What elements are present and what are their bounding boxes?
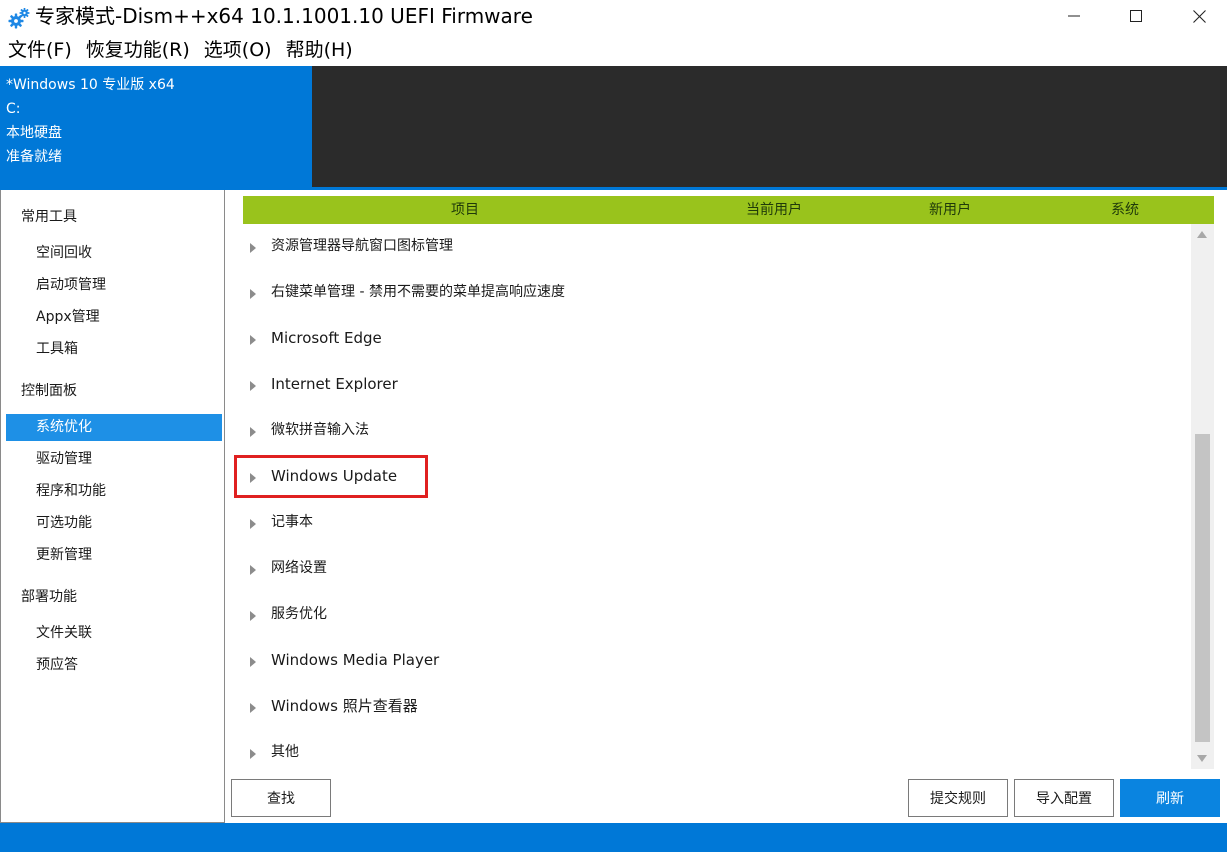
sidebar-item-updates[interactable]: 更新管理 [6, 542, 222, 569]
sidebar-group-control-panel: 控制面板 [21, 383, 77, 399]
session-area [312, 66, 1227, 187]
scroll-up-arrow-icon[interactable] [1197, 231, 1207, 238]
column-header-new-user[interactable]: 新用户 [929, 196, 971, 224]
column-header-item[interactable]: 项目 [451, 196, 479, 224]
tree-row-explorer-nav[interactable]: 资源管理器导航窗口图标管理 [243, 234, 1188, 264]
drive-letter: C: [6, 101, 21, 117]
status-text: 准备就绪 [6, 149, 62, 165]
column-header-current-user[interactable]: 当前用户 [746, 196, 802, 224]
expand-arrow-icon[interactable] [250, 703, 256, 713]
maximize-icon [1130, 10, 1142, 22]
scroll-down-arrow-icon[interactable] [1197, 755, 1207, 762]
menu-file[interactable]: 文件(F) [0, 36, 79, 64]
sidebar-item-system-optimize[interactable]: 系统优化 [6, 414, 222, 441]
expand-arrow-icon[interactable] [250, 657, 256, 667]
vertical-scrollbar[interactable] [1191, 224, 1214, 769]
image-info-panel[interactable]: *Windows 10 专业版 x64 C: 本地硬盘 准备就绪 [0, 66, 312, 187]
title-bar: 专家模式-Dism++x64 10.1.1001.10 UEFI Firmwar… [0, 0, 1227, 34]
sidebar-group-common-tools: 常用工具 [21, 209, 77, 225]
minimize-icon [1068, 15, 1080, 17]
expand-arrow-icon[interactable] [250, 335, 256, 345]
expand-arrow-icon[interactable] [250, 519, 256, 529]
menu-bar: 文件(F) 恢复功能(R) 选项(O) 帮助(H) [0, 36, 360, 64]
tree-row-label: 右键菜单管理 - 禁用不需要的菜单提高响应速度 [271, 284, 565, 300]
tree-row-network[interactable]: 网络设置 [243, 556, 1188, 586]
sidebar-item-startup[interactable]: 启动项管理 [6, 272, 222, 299]
sidebar-item-toolbox[interactable]: 工具箱 [6, 336, 222, 363]
tree-row-edge[interactable]: Microsoft Edge [243, 326, 1188, 356]
expand-arrow-icon[interactable] [250, 289, 256, 299]
sidebar-item-space-reclaim[interactable]: 空间回收 [6, 240, 222, 267]
sidebar-item-answer-file[interactable]: 预应答 [6, 652, 222, 679]
tree-row-label: 微软拼音输入法 [271, 422, 369, 438]
tree-row-label: Internet Explorer [271, 375, 398, 393]
menu-help[interactable]: 帮助(H) [279, 36, 360, 64]
gear-icon [8, 8, 30, 29]
window-title: 专家模式-Dism++x64 10.1.1001.10 UEFI Firmwar… [35, 4, 533, 28]
status-bar [0, 823, 1227, 852]
close-button[interactable] [1167, 0, 1227, 32]
sidebar-item-file-association[interactable]: 文件关联 [6, 620, 222, 647]
expand-arrow-icon[interactable] [250, 381, 256, 391]
tree-row-label: 资源管理器导航窗口图标管理 [271, 238, 453, 254]
expand-arrow-icon[interactable] [250, 427, 256, 437]
tree-row-label: 记事本 [271, 514, 313, 530]
sidebar-item-optional-features[interactable]: 可选功能 [6, 510, 222, 537]
highlight-annotation [234, 455, 428, 498]
tree-row-label: 服务优化 [271, 606, 327, 622]
close-icon [1192, 9, 1206, 23]
sidebar-item-drivers[interactable]: 驱动管理 [6, 446, 222, 473]
tree-row-notepad[interactable]: 记事本 [243, 510, 1188, 540]
expand-arrow-icon[interactable] [250, 611, 256, 621]
menu-options[interactable]: 选项(O) [197, 36, 279, 64]
expand-arrow-icon[interactable] [250, 565, 256, 575]
refresh-button[interactable]: 刷新 [1120, 779, 1220, 817]
expand-arrow-icon[interactable] [250, 749, 256, 759]
tree-row-label: 其他 [271, 744, 299, 760]
scroll-thumb[interactable] [1195, 434, 1210, 742]
tree-row-context-menu[interactable]: 右键菜单管理 - 禁用不需要的菜单提高响应速度 [243, 280, 1188, 310]
tree-row-media-player[interactable]: Windows Media Player [243, 648, 1188, 678]
sidebar: 常用工具 空间回收 启动项管理 Appx管理 工具箱 控制面板 系统优化 驱动管… [0, 190, 225, 823]
submit-rules-button[interactable]: 提交规则 [908, 779, 1008, 817]
tree-row-ie[interactable]: Internet Explorer [243, 372, 1188, 402]
os-name: *Windows 10 专业版 x64 [6, 77, 175, 93]
menu-recovery[interactable]: 恢复功能(R) [79, 36, 197, 64]
table-header: 项目 当前用户 新用户 系统 [243, 196, 1214, 224]
tree-row-services[interactable]: 服务优化 [243, 602, 1188, 632]
tree-row-photo-viewer[interactable]: Windows 照片查看器 [243, 694, 1188, 724]
sidebar-item-appx[interactable]: Appx管理 [6, 304, 222, 331]
find-button[interactable]: 查找 [231, 779, 331, 817]
tree-row-label: Windows 照片查看器 [271, 697, 418, 715]
minimize-button[interactable] [1042, 0, 1106, 32]
tree-row-pinyin[interactable]: 微软拼音输入法 [243, 418, 1188, 448]
maximize-button[interactable] [1104, 0, 1168, 32]
sidebar-item-programs[interactable]: 程序和功能 [6, 478, 222, 505]
column-header-system[interactable]: 系统 [1111, 196, 1139, 224]
import-config-button[interactable]: 导入配置 [1014, 779, 1114, 817]
expand-arrow-icon[interactable] [250, 243, 256, 253]
tree-row-label: Windows Media Player [271, 651, 440, 669]
tree-row-label: 网络设置 [271, 560, 327, 576]
tree-row-other[interactable]: 其他 [243, 740, 1188, 770]
sidebar-group-deployment: 部署功能 [21, 589, 77, 605]
disk-type: 本地硬盘 [6, 125, 62, 141]
tree-row-label: Microsoft Edge [271, 329, 382, 347]
